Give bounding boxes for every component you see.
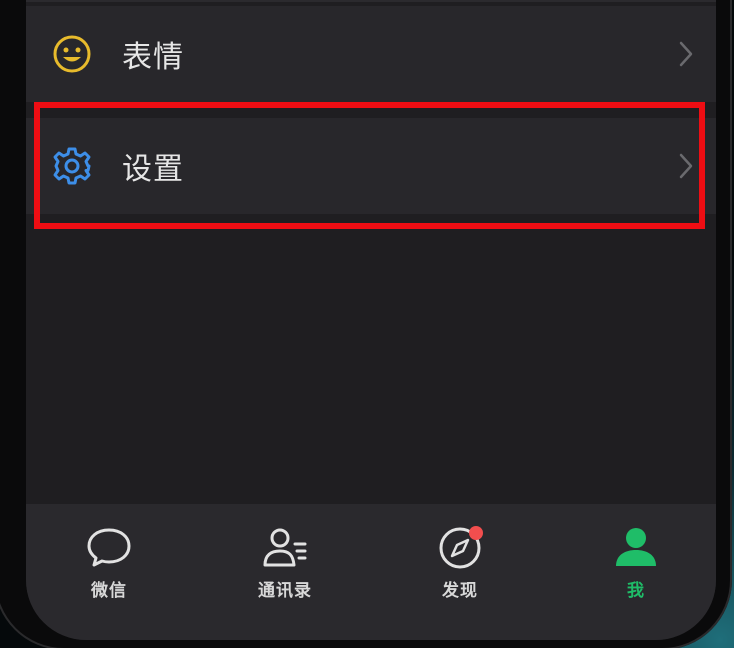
contacts-icon: [260, 522, 310, 572]
menu-item-label: 表情: [122, 40, 184, 75]
chevron-right-icon: [678, 152, 694, 180]
tab-chats[interactable]: 微信: [49, 504, 169, 614]
menu-item-label: 设置: [122, 152, 184, 187]
smiley-icon: [52, 34, 92, 74]
tab-label: 微信: [91, 581, 127, 601]
phone-screen: 表情 设置 微信 通讯录 发现 我: [26, 0, 716, 640]
compass-icon: [435, 522, 485, 572]
person-icon: [611, 522, 661, 572]
stage: 表情 设置 微信 通讯录 发现 我: [0, 0, 734, 648]
tab-me[interactable]: 我: [576, 504, 696, 614]
tab-label: 通讯录: [258, 581, 312, 601]
top-divider: [26, 0, 716, 2]
tab-label: 发现: [442, 581, 478, 601]
chevron-right-icon: [678, 40, 694, 68]
gear-icon: [52, 146, 92, 186]
chat-bubble-icon: [84, 522, 134, 572]
notification-dot: [469, 526, 483, 540]
tab-label: 我: [627, 581, 645, 601]
tab-contacts[interactable]: 通讯录: [225, 504, 345, 614]
bottom-tab-bar: 微信 通讯录 发现 我: [26, 504, 716, 640]
menu-item-settings[interactable]: 设置: [26, 118, 716, 214]
tab-discover[interactable]: 发现: [400, 504, 520, 614]
menu-item-emoji[interactable]: 表情: [26, 6, 716, 102]
